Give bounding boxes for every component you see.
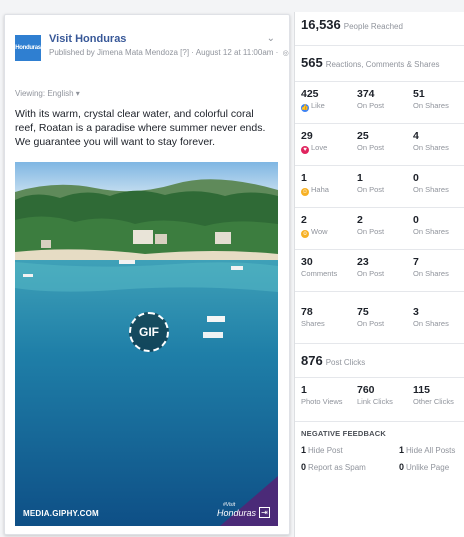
reaction-row-like: 425 👍 Like 374 On Post 51 On Shares (295, 82, 464, 124)
engagement-label: Reactions, Comments & Shares (325, 60, 440, 69)
love-on-post-label: On Post (357, 143, 385, 152)
report-spam-label: Report as Spam (308, 463, 366, 472)
like-total: 425 (301, 88, 319, 100)
love-on-post: 25 (357, 130, 369, 142)
chevron-down-icon[interactable]: ⌄ (267, 33, 275, 44)
people-reached-row: 16,536 People Reached (295, 12, 464, 46)
like-on-post: 374 (357, 88, 375, 100)
love-on-shares-label: On Shares (413, 143, 449, 152)
haha-icon: ☺ (301, 188, 309, 196)
media-source-label[interactable]: MEDIA.GIPHY.COM (23, 509, 99, 518)
comments-on-post: 23 (357, 256, 369, 268)
engagement-value: 565 (301, 55, 323, 70)
haha-on-post: 1 (357, 172, 363, 184)
post-insights-panel: 16,536 People Reached 565 Reactions, Comme… (294, 12, 464, 537)
shares-total: 78 (301, 306, 313, 318)
page-avatar[interactable]: Honduras (15, 35, 41, 61)
language-selector[interactable]: Viewing: English ▾ (15, 89, 80, 98)
brand-sub-text: #Visit (222, 502, 236, 508)
comments-row: 30 Comments 23 On Post 7 On Shares (295, 250, 464, 292)
unlike-page-stat: 0 Unlike Page (399, 462, 449, 472)
link-clicks-label: Link Clicks (357, 397, 393, 406)
comments-on-post-label: On Post (357, 269, 385, 278)
negative-feedback-title: NEGATIVE FEEDBACK (301, 429, 386, 438)
shares-on-shares-label: On Shares (413, 319, 449, 328)
post-header: Honduras Visit Honduras Published by Jim… (15, 33, 289, 67)
haha-on-shares: 0 (413, 172, 419, 184)
avatar-text: Honduras (15, 45, 41, 51)
hide-post-value: 1 (301, 445, 307, 455)
unlike-page-value: 0 (399, 462, 405, 472)
share-icon[interactable]: ⇥ (259, 507, 270, 518)
hide-post-stat: 1 Hide Post (301, 445, 343, 455)
engagement-row: 565 Reactions, Comments & Shares (295, 46, 464, 82)
like-icon: 👍 (301, 104, 309, 112)
post-clicks-value: 876 (301, 353, 323, 368)
report-spam-value: 0 (301, 462, 307, 472)
shares-on-post-label: On Post (357, 319, 385, 328)
like-label: Like (311, 101, 325, 110)
photo-views-label: Photo Views (301, 397, 343, 406)
photo-views-value: 1 (301, 384, 307, 396)
haha-label: Haha (311, 185, 329, 194)
report-spam-stat: 0 Report as Spam (301, 462, 366, 472)
love-icon: ♥ (301, 146, 309, 154)
wow-total: 2 (301, 214, 307, 226)
wow-label: Wow (311, 227, 328, 236)
gif-play-badge[interactable]: GIF (129, 312, 169, 352)
comments-total: 30 (301, 256, 313, 268)
wow-icon: o (301, 230, 309, 238)
hide-all-posts-label: Hide All Posts (406, 446, 456, 455)
haha-on-post-label: On Post (357, 185, 385, 194)
reaction-row-love: 29 ♥ Love 25 On Post 4 On Shares (295, 124, 464, 166)
love-label: Love (311, 143, 328, 152)
haha-total: 1 (301, 172, 307, 184)
published-by-text: Published by Jimena Mata Mendoza [?] · A… (49, 48, 279, 57)
hide-all-posts-stat: 1 Hide All Posts (399, 445, 455, 455)
shares-on-post: 75 (357, 306, 369, 318)
page-name-link[interactable]: Visit Honduras (49, 33, 126, 45)
like-on-shares: 51 (413, 88, 425, 100)
gif-badge-label: GIF (139, 325, 159, 339)
link-clicks-value: 760 (357, 384, 375, 396)
haha-on-shares-label: On Shares (413, 185, 449, 194)
clicks-breakdown-row: 1 Photo Views 760 Link Clicks 115 Other Cli… (295, 378, 464, 422)
wow-on-shares: 0 (413, 214, 419, 226)
wow-on-post-label: On Post (357, 227, 385, 236)
love-on-shares: 4 (413, 130, 419, 142)
post-message: With its warm, crystal clear water, and … (15, 108, 266, 148)
other-clicks-value: 115 (413, 384, 430, 396)
reaction-row-haha: 1 ☺ Haha 1 On Post 0 On Shares (295, 166, 464, 208)
post-clicks-label: Post Clicks (325, 358, 366, 367)
like-on-post-label: On Post (357, 101, 385, 110)
brand-logo-text: Honduras (216, 507, 256, 518)
people-reached-value: 16,536 (301, 17, 341, 32)
love-total: 29 (301, 130, 313, 142)
post-clicks-row: 876 Post Clicks (295, 344, 464, 378)
other-clicks-label: Other Clicks (413, 397, 454, 406)
hide-post-label: Hide Post (308, 446, 343, 455)
shares-row: 78 Shares 75 On Post 3 On Shares (295, 292, 464, 344)
reaction-row-wow: 2 o Wow 2 On Post 0 On Shares (295, 208, 464, 250)
unlike-page-label: Unlike Page (406, 463, 450, 472)
shares-on-shares: 3 (413, 306, 419, 318)
post-media-gif[interactable]: GIF MEDIA.GIPHY.COM #Visit Honduras ⇥ (15, 162, 278, 526)
wow-on-post: 2 (357, 214, 363, 226)
comments-label: Comments (301, 269, 338, 278)
wow-on-shares-label: On Shares (413, 227, 449, 236)
post-meta: Published by Jimena Mata Mendoza [?] · A… (49, 48, 289, 57)
comments-on-shares-label: On Shares (413, 269, 449, 278)
shares-label: Shares (301, 319, 325, 328)
comments-on-shares: 7 (413, 256, 419, 268)
hide-all-posts-value: 1 (399, 445, 405, 455)
globe-icon: ◎ (282, 50, 289, 57)
people-reached-label: People Reached (343, 22, 403, 31)
honduras-logo: #Visit Honduras ⇥ (216, 502, 270, 518)
like-on-shares-label: On Shares (413, 101, 449, 110)
